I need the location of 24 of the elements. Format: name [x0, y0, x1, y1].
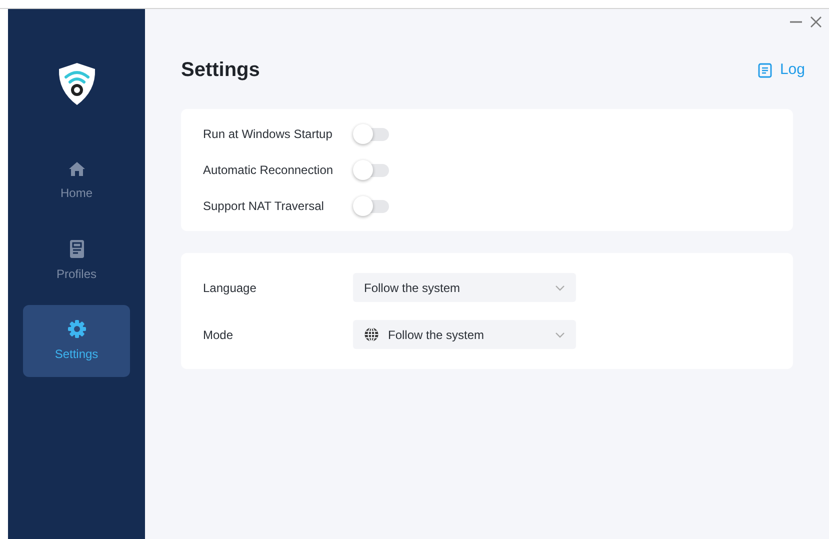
dropdown[interactable]: Follow the system: [353, 273, 576, 302]
close-button[interactable]: [809, 15, 823, 29]
document-icon: [68, 239, 84, 259]
log-link[interactable]: Log: [758, 58, 805, 82]
toggle-switch[interactable]: [353, 124, 389, 144]
page-title: Settings: [181, 58, 260, 83]
dropdown[interactable]: Follow the system: [353, 320, 576, 349]
setting-label: Run at Windows Startup: [203, 126, 334, 143]
close-icon: [809, 15, 823, 29]
setting-label: Mode: [203, 326, 234, 344]
chevron-down-icon: [555, 332, 565, 338]
setting-label: Automatic Reconnection: [203, 162, 334, 179]
toggle-switch[interactable]: [353, 160, 389, 180]
gear-icon: [66, 319, 86, 339]
nav-item[interactable]: Profiles: [23, 225, 130, 297]
globe-icon: [364, 327, 379, 342]
home-icon: [68, 160, 86, 178]
setting-label: Support NAT Traversal: [203, 198, 325, 215]
chevron-down-icon: [555, 284, 565, 290]
nav-item[interactable]: Settings: [23, 305, 130, 377]
nav-item[interactable]: Home: [23, 145, 130, 217]
list-icon: [758, 62, 772, 78]
toggle-switch[interactable]: [353, 196, 389, 216]
setting-label: Language: [203, 280, 258, 296]
